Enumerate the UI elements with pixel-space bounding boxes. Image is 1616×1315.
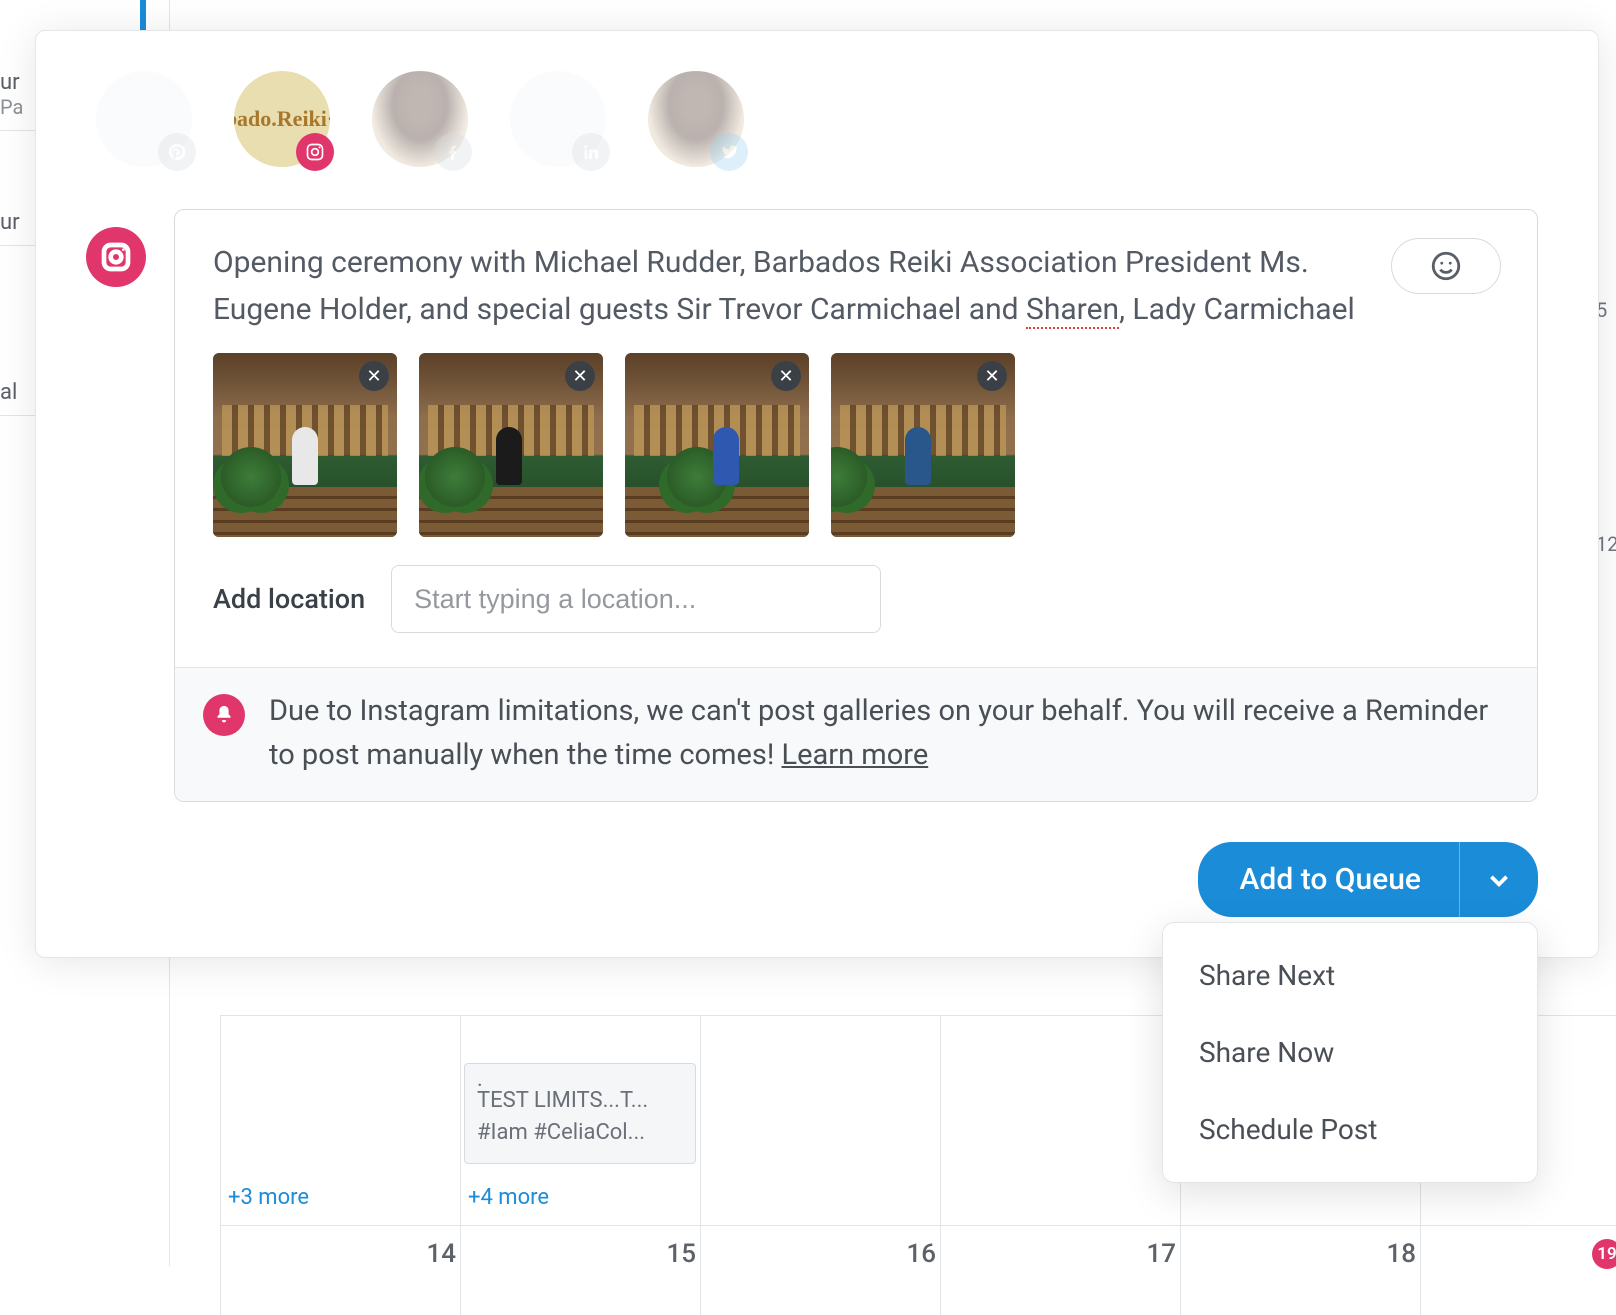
account-facebook[interactable]	[372, 71, 468, 167]
day-badge: 19	[1592, 1239, 1616, 1269]
calendar-cell[interactable]	[940, 1015, 1180, 1315]
attachment-thumb[interactable]: ✕	[625, 353, 809, 537]
bell-icon	[203, 694, 245, 736]
day-number: 15	[656, 1239, 696, 1269]
instagram-icon	[86, 227, 146, 287]
remove-attachment-button[interactable]: ✕	[359, 361, 389, 391]
day-number: 16	[896, 1239, 936, 1269]
add-to-queue-label: Add to Queue	[1198, 842, 1460, 917]
reiki-top: ɔarbado.	[234, 107, 277, 131]
day-number: 17	[1136, 1239, 1176, 1269]
more-posts-link[interactable]: +4 more	[468, 1185, 549, 1210]
scheduled-post-line1: TEST LIMITS...T...	[477, 1085, 683, 1117]
bg-right-number: 5	[1596, 298, 1616, 322]
bg-right-number: 12	[1596, 532, 1616, 556]
more-posts-link[interactable]: +3 more	[228, 1185, 309, 1210]
linkedin-icon	[572, 133, 610, 171]
account-selector-row: ɔarbado. Reiki ·soci	[36, 31, 1598, 167]
attachments-row: ✕ ✕ ✕ ✕	[175, 353, 1537, 565]
account-linkedin[interactable]	[510, 71, 606, 167]
calendar-cell[interactable]	[460, 1015, 700, 1315]
remove-attachment-button[interactable]: ✕	[771, 361, 801, 391]
compose-text[interactable]: Opening ceremony with Michael Rudder, Ba…	[213, 240, 1393, 333]
pinterest-icon	[158, 133, 196, 171]
facebook-icon	[434, 133, 472, 171]
chevron-down-icon	[1486, 867, 1512, 893]
add-to-queue-button[interactable]: Add to Queue	[1198, 842, 1538, 917]
calendar-cell[interactable]	[700, 1015, 940, 1315]
location-label: Add location	[213, 583, 365, 615]
queue-dropdown-menu: Share Next Share Now Schedule Post	[1162, 922, 1538, 1183]
calendar-row-separator	[220, 1225, 1616, 1226]
attachment-thumb[interactable]: ✕	[213, 353, 397, 537]
instagram-notice: Due to Instagram limitations, we can't p…	[175, 667, 1537, 801]
smile-icon	[1429, 249, 1463, 283]
learn-more-link[interactable]: Learn more	[782, 738, 929, 772]
schedule-post-option[interactable]: Schedule Post	[1163, 1091, 1537, 1168]
attachment-thumb[interactable]: ✕	[419, 353, 603, 537]
spellcheck-word[interactable]: Sharen	[1026, 292, 1119, 329]
reiki-mid: Reiki	[277, 107, 327, 131]
emoji-button[interactable]	[1391, 238, 1501, 294]
day-number: 14	[416, 1239, 456, 1269]
reiki-bot: ·soci	[327, 107, 330, 131]
twitter-icon	[710, 133, 748, 171]
scheduled-post-card[interactable]: . TEST LIMITS...T... #Iam #CeliaCol...	[464, 1063, 696, 1164]
queue-dropdown-toggle[interactable]	[1460, 842, 1538, 917]
remove-attachment-button[interactable]: ✕	[977, 361, 1007, 391]
attachment-thumb[interactable]: ✕	[831, 353, 1015, 537]
share-next-option[interactable]: Share Next	[1163, 937, 1537, 1014]
account-twitter[interactable]	[648, 71, 744, 167]
compose-modal: ɔarbado. Reiki ·soci	[35, 30, 1599, 958]
day-number: 18	[1376, 1239, 1416, 1269]
notice-text: Due to Instagram limitations, we can't p…	[269, 690, 1501, 777]
compose-box: Opening ceremony with Michael Rudder, Ba…	[174, 209, 1538, 802]
account-instagram[interactable]: ɔarbado. Reiki ·soci	[234, 71, 330, 167]
location-row: Add location	[175, 565, 1537, 667]
instagram-icon	[296, 133, 334, 171]
calendar-cell[interactable]	[220, 1015, 460, 1315]
scheduled-post-line2: #Iam #CeliaCol...	[477, 1117, 683, 1149]
share-now-option[interactable]: Share Now	[1163, 1014, 1537, 1091]
account-pinterest[interactable]	[96, 71, 192, 167]
location-input[interactable]	[391, 565, 881, 633]
remove-attachment-button[interactable]: ✕	[565, 361, 595, 391]
